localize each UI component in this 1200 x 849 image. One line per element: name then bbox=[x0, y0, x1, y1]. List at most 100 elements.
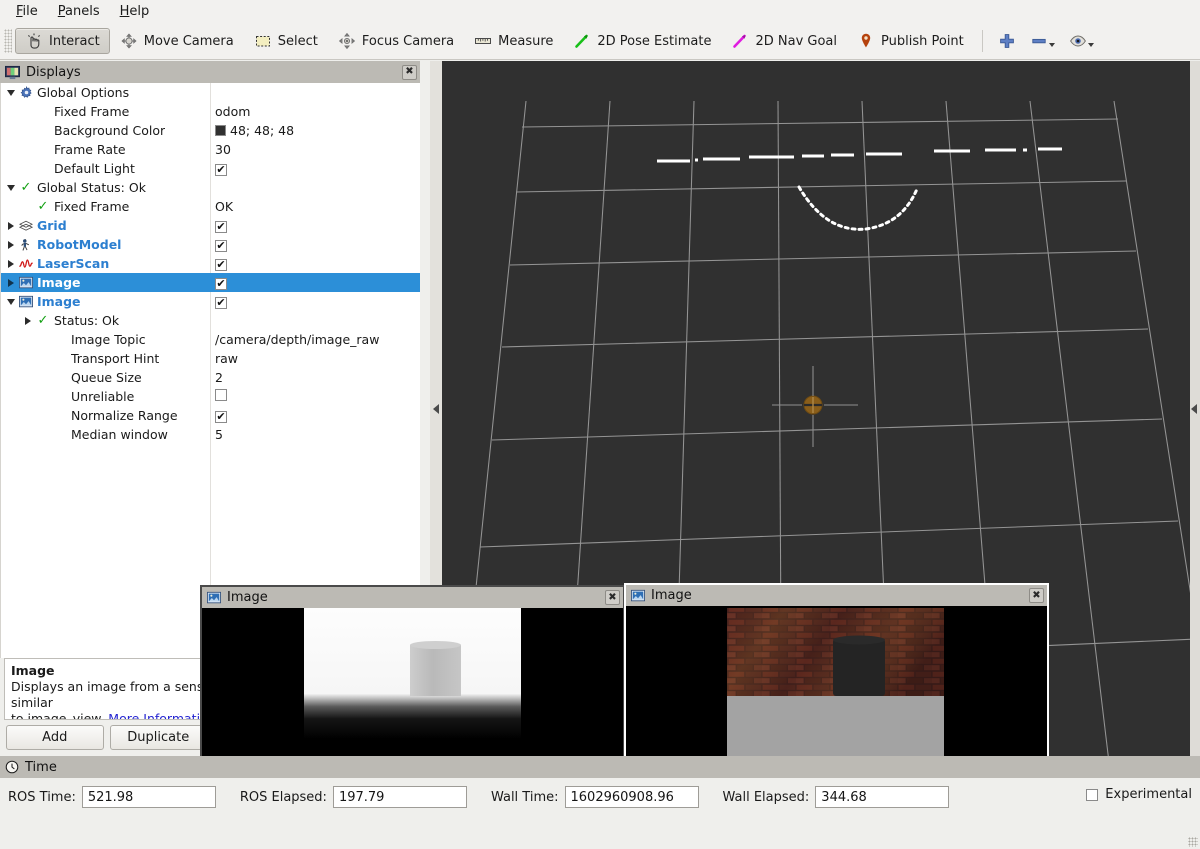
menu-panels[interactable]: Panels bbox=[48, 2, 110, 22]
tree-row-default-light[interactable]: Default Light ✔ bbox=[1, 159, 420, 178]
displays-panel-close-button[interactable]: ✖ bbox=[402, 64, 417, 80]
tool-publish-point[interactable]: Publish Point bbox=[847, 28, 974, 54]
queue-size-value[interactable]: 2 bbox=[215, 370, 223, 385]
tree-row-background-color[interactable]: Background Color 48; 48; 48 bbox=[1, 121, 420, 140]
chevron-down-icon-view[interactable] bbox=[1087, 43, 1094, 47]
tree-row-image-2[interactable]: Image ✔ bbox=[1, 292, 420, 311]
background-color-value-cell: 48; 48; 48 bbox=[215, 123, 294, 138]
chevron-right-icon bbox=[25, 316, 31, 325]
laserscan-icon bbox=[18, 257, 34, 271]
image-2-checkbox[interactable]: ✔ bbox=[215, 296, 227, 309]
median-window-value[interactable]: 5 bbox=[215, 427, 223, 442]
tool-interact[interactable]: Interact bbox=[15, 28, 110, 54]
tool-2d-nav-goal[interactable]: 2D Nav Goal bbox=[721, 28, 847, 54]
laserscan-value-cell: ✔ bbox=[215, 256, 227, 271]
experimental-toggle[interactable]: Experimental bbox=[1086, 787, 1192, 802]
status-fixed-frame-value-cell: OK bbox=[215, 199, 233, 214]
tree-row-frame-rate[interactable]: Frame Rate 30 bbox=[1, 140, 420, 159]
experimental-checkbox[interactable] bbox=[1086, 788, 1099, 801]
chevron-right-icon bbox=[8, 221, 14, 230]
normalize-range-checkbox[interactable]: ✔ bbox=[215, 410, 227, 423]
tree-row-laserscan[interactable]: LaserScan ✔ bbox=[1, 254, 420, 273]
image-window-depth[interactable]: Image ✖ bbox=[200, 585, 625, 771]
grid-checkbox[interactable]: ✔ bbox=[215, 220, 227, 233]
close-icon: ✖ bbox=[1032, 589, 1041, 601]
rgb-image bbox=[626, 606, 1047, 768]
fixed-frame-value[interactable]: odom bbox=[215, 104, 250, 119]
tree-row-median-window[interactable]: Median window 5 bbox=[1, 425, 420, 444]
displays-tree[interactable]: Global Options Fixed Frame odom Background … bbox=[0, 83, 420, 658]
tree-row-status-fixed-frame[interactable]: ✓ Fixed Frame OK bbox=[1, 197, 420, 216]
image-window-rgb-canvas bbox=[626, 606, 1047, 768]
image-1-twisty[interactable] bbox=[4, 278, 18, 287]
tree-row-queue-size[interactable]: Queue Size 2 bbox=[1, 368, 420, 387]
image-window-rgb-close-button[interactable]: ✖ bbox=[1029, 588, 1044, 603]
global-options-icon bbox=[18, 86, 34, 99]
tool-select[interactable]: Select bbox=[244, 28, 328, 54]
tree-row-global-status[interactable]: ✓ Global Status: Ok bbox=[1, 178, 420, 197]
tool-2d-pose-estimate[interactable]: 2D Pose Estimate bbox=[563, 28, 721, 54]
selection-box-icon bbox=[255, 36, 270, 47]
image-1-value-cell: ✔ bbox=[215, 275, 227, 290]
laserscan-twisty[interactable] bbox=[4, 259, 18, 268]
ros-time-input[interactable]: 521.98 bbox=[81, 786, 216, 808]
tree-row-fixed-frame[interactable]: Fixed Frame odom bbox=[1, 102, 420, 121]
global-options-twisty[interactable] bbox=[4, 89, 18, 96]
add-display-button[interactable]: Add bbox=[6, 725, 104, 750]
grid-label: Grid bbox=[37, 218, 67, 233]
global-status-twisty[interactable] bbox=[4, 184, 18, 191]
image-window-depth-titlebar[interactable]: Image ✖ bbox=[202, 587, 623, 608]
tree-row-unreliable[interactable]: Unreliable bbox=[1, 387, 420, 406]
background-color-swatch[interactable] bbox=[215, 125, 226, 136]
tree-row-image-status[interactable]: ✓ Status: Ok bbox=[1, 311, 420, 330]
menu-file[interactable]: File bbox=[6, 2, 48, 22]
tree-row-normalize-range[interactable]: Normalize Range ✔ bbox=[1, 406, 420, 425]
transport-hint-value[interactable]: raw bbox=[215, 351, 238, 366]
robotmodel-checkbox[interactable]: ✔ bbox=[215, 239, 227, 252]
tree-row-global-options[interactable]: Global Options bbox=[1, 83, 420, 102]
tool-2d-pose-estimate-label: 2D Pose Estimate bbox=[597, 33, 712, 49]
status-fixed-frame-value[interactable]: OK bbox=[215, 199, 233, 214]
tool-add-display[interactable] bbox=[991, 32, 1023, 50]
tool-2d-nav-goal-label: 2D Nav Goal bbox=[755, 33, 838, 49]
tool-remove-display[interactable] bbox=[1023, 32, 1062, 50]
robot-icon bbox=[21, 238, 30, 251]
image-status-twisty[interactable] bbox=[21, 316, 35, 325]
image-window-rgb-titlebar[interactable]: Image ✖ bbox=[626, 585, 1047, 606]
laserscan-checkbox[interactable]: ✔ bbox=[215, 258, 227, 271]
wall-time-input[interactable]: 1602960908.96 bbox=[564, 786, 699, 808]
chevron-down-icon-remove[interactable] bbox=[1048, 43, 1055, 47]
minus-icon bbox=[1032, 38, 1046, 44]
frame-rate-value[interactable]: 30 bbox=[215, 142, 231, 157]
robotmodel-twisty[interactable] bbox=[4, 240, 18, 249]
tree-row-transport-hint[interactable]: Transport Hint raw bbox=[1, 349, 420, 368]
image-window-depth-close-button[interactable]: ✖ bbox=[605, 590, 620, 605]
wall-elapsed-input[interactable]: 344.68 bbox=[815, 786, 950, 808]
image-2-twisty[interactable] bbox=[4, 298, 18, 305]
fixed-frame-label: Fixed Frame bbox=[54, 104, 130, 119]
ros-elapsed-input[interactable]: 197.79 bbox=[332, 786, 467, 808]
tool-view-visibility[interactable] bbox=[1062, 32, 1101, 50]
menu-file-label-rest: ile bbox=[22, 3, 38, 19]
global-status-label: Global Status: Ok bbox=[37, 180, 146, 195]
background-color-value: 48; 48; 48 bbox=[230, 123, 295, 138]
image-window-rgb[interactable]: Image ✖ bbox=[624, 583, 1049, 770]
image-1-icon bbox=[18, 276, 34, 290]
menu-help[interactable]: Help bbox=[110, 2, 160, 22]
tree-row-robotmodel[interactable]: RobotModel ✔ bbox=[1, 235, 420, 254]
image-topic-value[interactable]: /camera/depth/image_raw bbox=[215, 332, 379, 347]
duplicate-display-button[interactable]: Duplicate bbox=[109, 725, 207, 750]
unreliable-checkbox[interactable] bbox=[215, 389, 227, 401]
tool-focus-camera[interactable]: Focus Camera bbox=[328, 28, 464, 54]
image-1-checkbox[interactable]: ✔ bbox=[215, 277, 227, 290]
tool-measure[interactable]: Measure bbox=[464, 28, 563, 54]
tree-row-grid[interactable]: Grid ✔ bbox=[1, 216, 420, 235]
tree-row-image-topic[interactable]: Image Topic/camera/depth/image_raw bbox=[1, 330, 420, 349]
grid-twisty[interactable] bbox=[4, 221, 18, 230]
resize-grip[interactable] bbox=[1188, 837, 1198, 847]
toolbar-drag-handle[interactable] bbox=[4, 29, 12, 53]
image-window-depth-canvas bbox=[202, 608, 623, 769]
tree-row-image-1[interactable]: Image ✔ bbox=[1, 273, 420, 292]
default-light-checkbox[interactable]: ✔ bbox=[215, 163, 227, 176]
tool-move-camera[interactable]: Move Camera bbox=[110, 28, 244, 54]
